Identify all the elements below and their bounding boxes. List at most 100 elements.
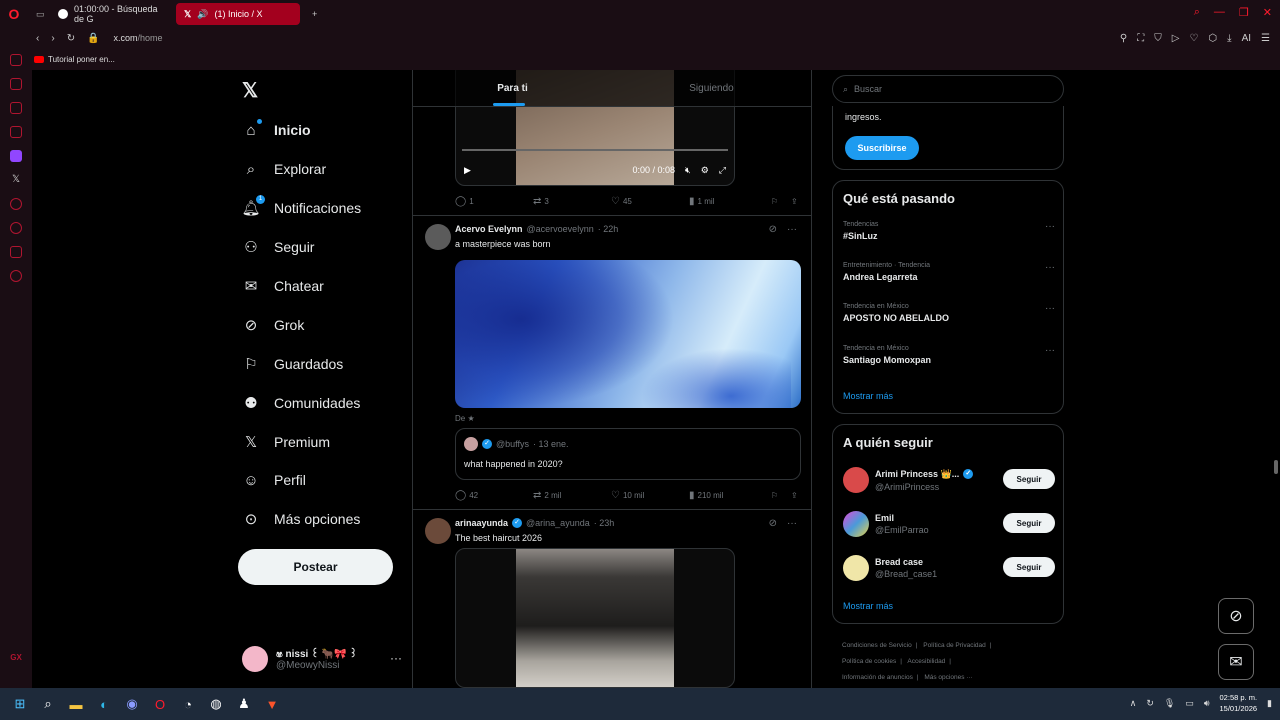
views-button[interactable]: ▮ 1 mil	[689, 196, 771, 207]
mute-icon[interactable]: 🔇︎	[685, 165, 691, 176]
suggested-user[interactable]: Bread case @Bread_case1 Seguir	[843, 553, 1055, 583]
snapshot-icon[interactable]: ⛶	[1137, 33, 1144, 44]
tweet-time[interactable]: · 23h	[594, 518, 615, 528]
trend-item[interactable]: Tendencia en México APOSTO NO ABELALDO ·…	[843, 303, 1055, 333]
nav-explore[interactable]: ⌕ Explorar	[242, 156, 326, 182]
media-credit[interactable]: De ★	[455, 414, 475, 423]
nav-grok[interactable]: ⊘ Grok	[242, 312, 305, 338]
app-icon[interactable]: ♟	[230, 690, 258, 718]
settings-icon[interactable]	[10, 270, 22, 282]
more-dots-icon[interactable]: ···	[1045, 221, 1055, 232]
repost-button[interactable]: ⇄ 2 mil	[533, 490, 611, 501]
sync-icon[interactable]: ↻	[1146, 698, 1154, 709]
close-button[interactable]: ✕	[1263, 6, 1272, 19]
notifications-icon[interactable]: ▮	[1267, 698, 1272, 709]
grok-icon[interactable]: ⊘	[769, 224, 777, 235]
volume-icon[interactable]: 🔊︎	[1204, 698, 1210, 709]
show-more-link[interactable]: Mostrar más	[843, 391, 893, 401]
avatar[interactable]	[425, 518, 451, 544]
nav-chat[interactable]: ✉ Chatear	[242, 273, 324, 299]
suggested-user[interactable]: Arimi Princess 👑... ✓ @ArimiPrincess Segu…	[843, 465, 1055, 495]
footer-link[interactable]: Más opciones ···	[924, 674, 972, 681]
scrollbar[interactable]	[1274, 460, 1278, 474]
nav-bookmarks[interactable]: ⚐ Guardados	[242, 351, 343, 377]
heart-icon[interactable]: ♡	[1189, 33, 1198, 44]
author-handle[interactable]: @acervoevelynn	[527, 224, 594, 234]
more-dots-icon[interactable]: ···	[1045, 303, 1055, 314]
tweet[interactable]: arinaayunda ✓ @arina_ayunda · 23h ⊘ ··· …	[413, 509, 811, 688]
opera-gx-icon[interactable]: O	[146, 690, 174, 718]
video-player[interactable]	[455, 548, 735, 688]
history-icon[interactable]	[10, 222, 22, 234]
account-switcher[interactable]: ෂ nissi ꒰ 🐂🎀 ꒱ @MeowyNissi ···	[242, 642, 402, 676]
share-icon[interactable]: ⇪	[791, 491, 798, 500]
views-button[interactable]: ▮ 210 mil	[689, 490, 771, 501]
bookmark-item[interactable]: Tutorial poner en...	[48, 55, 115, 64]
app-icon[interactable]: ◔	[174, 690, 202, 718]
shield-icon[interactable]: ⛉	[1154, 33, 1162, 44]
reload-icon[interactable]: ↻	[67, 33, 75, 44]
edge-icon[interactable]: ◐	[90, 690, 118, 718]
bookmark-icon[interactable]: ⚐	[771, 197, 791, 206]
author-handle[interactable]: @arina_ayunda	[526, 518, 590, 528]
quoted-tweet[interactable]: ✓ @buffys · 13 ene. what happened in 202…	[455, 428, 801, 480]
extensions-icon[interactable]	[10, 246, 22, 258]
grok-fab-button[interactable]: ⊘	[1218, 598, 1254, 634]
grok-icon[interactable]: ⊘	[769, 518, 777, 529]
chevron-up-icon[interactable]: ∧	[1130, 698, 1137, 709]
messenger-icon[interactable]	[10, 102, 22, 114]
search-input[interactable]: ⌕ Buscar	[832, 75, 1064, 103]
opera-logo-icon[interactable]: O	[0, 0, 28, 28]
avatar[interactable]	[425, 224, 451, 250]
twitch-icon[interactable]	[10, 150, 22, 162]
microphone-icon[interactable]: 🎙︎	[1164, 698, 1175, 709]
discord-icon[interactable]: ◉	[118, 690, 146, 718]
subscribe-button[interactable]: Suscribirse	[845, 136, 919, 160]
nav-premium[interactable]: 𝕏 Premium	[242, 429, 330, 455]
tweet[interactable]: Acervo Evelynn @acervoevelynn · 22h ⊘ ··…	[413, 215, 811, 507]
player-icon[interactable]	[10, 198, 22, 210]
more-dots-icon[interactable]: ···	[787, 224, 797, 235]
nav-notifications[interactable]: 🔔︎ 1 Notificaciones	[241, 195, 361, 221]
minimize-button[interactable]: —	[1214, 6, 1225, 19]
menu-icon[interactable]: ☰	[1261, 33, 1270, 44]
follow-button[interactable]: Seguir	[1003, 557, 1055, 577]
gx-mod-icon[interactable]	[10, 126, 22, 138]
play-icon[interactable]: ▷	[1172, 33, 1180, 44]
network-icon[interactable]: ▭	[1185, 698, 1194, 709]
file-explorer-icon[interactable]: ▬	[62, 690, 90, 718]
video-progress-bar[interactable]	[462, 149, 728, 151]
more-dots-icon[interactable]: ···	[1045, 262, 1055, 273]
settings-icon[interactable]: ⚙	[701, 165, 709, 176]
maximize-button[interactable]: ❐	[1239, 6, 1249, 19]
reply-button[interactable]: ◯ 1	[455, 196, 533, 207]
more-dots-icon[interactable]: ···	[1045, 345, 1055, 356]
tweet-image[interactable]	[455, 260, 801, 408]
tweet-time[interactable]: · 22h	[598, 224, 619, 234]
steam-icon[interactable]: ◍	[202, 690, 230, 718]
author-name[interactable]: Acervo Evelynn	[455, 224, 523, 234]
nav-profile[interactable]: ☺ Perfil	[242, 467, 306, 493]
trend-item[interactable]: Entretenimiento · Tendencia Andrea Legar…	[843, 262, 1055, 292]
url-field[interactable]: x.com/home	[114, 33, 163, 43]
fullscreen-icon[interactable]: ⤢	[719, 165, 726, 176]
footer-link[interactable]: Información de anuncios	[842, 674, 913, 681]
extensions-icon[interactable]: ⬡	[1208, 33, 1217, 44]
like-button[interactable]: ♡ 10 mil	[611, 490, 689, 501]
nav-follow[interactable]: ⚇ Seguir	[242, 234, 314, 260]
tab-google[interactable]: 01:00:00 - Búsqueda de G	[50, 3, 172, 25]
clock[interactable]: 02:58 p. m. 15/01/2026	[1220, 692, 1258, 714]
brave-icon[interactable]: ▼	[258, 690, 286, 718]
pin-icon[interactable]: ⚲	[1120, 33, 1127, 44]
suggested-user[interactable]: Emil @EmilParrao Seguir	[843, 509, 1055, 539]
share-icon[interactable]: ⇪	[791, 197, 798, 206]
follow-button[interactable]: Seguir	[1003, 469, 1055, 489]
tab-overview-icon[interactable]: ▭	[28, 3, 46, 25]
like-button[interactable]: ♡ 45	[611, 196, 689, 207]
search-tabs-icon[interactable]: ⌕	[1194, 6, 1200, 19]
trend-item[interactable]: Tendencia en México Santiago Momoxpan ··…	[843, 345, 1055, 375]
footer-link[interactable]: Condiciones de Servicio	[842, 642, 912, 649]
forward-icon[interactable]: ›	[51, 33, 54, 44]
tab-x-home[interactable]: 𝕏 🔊 (1) Inicio / X	[176, 3, 300, 25]
x-logo-icon[interactable]: 𝕏	[242, 78, 258, 103]
